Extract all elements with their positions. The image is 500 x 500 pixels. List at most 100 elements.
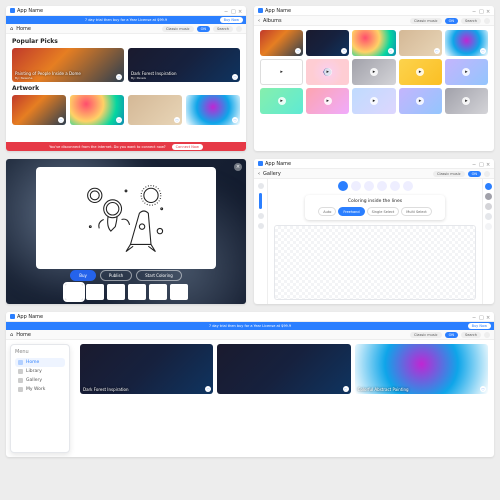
album-thumb[interactable]: ▸	[260, 59, 303, 85]
strip-thumb[interactable]	[170, 284, 188, 300]
home-icon[interactable]: ⌂	[10, 26, 13, 32]
close-modal-button[interactable]: ×	[234, 163, 242, 171]
album-thumb[interactable]: ▸	[306, 59, 349, 85]
album-thumb[interactable]: ♡	[352, 30, 395, 56]
favorite-icon[interactable]: ♡	[343, 386, 349, 392]
settings-icon[interactable]	[484, 18, 490, 24]
maximize-icon[interactable]: □	[479, 9, 483, 13]
drawing-canvas[interactable]	[274, 225, 476, 300]
featured-card[interactable]: Dark Forest Inspiration ♡	[80, 344, 213, 394]
music-toggle[interactable]: ON	[445, 332, 458, 338]
color-swatch[interactable]	[485, 183, 492, 190]
album-thumb-locked[interactable]: ▸	[445, 88, 488, 114]
popular-card-2[interactable]: Dark Forest InspirationBy: Pexels ♡	[128, 48, 240, 82]
breadcrumb-home[interactable]: Home	[16, 332, 31, 338]
favorite-icon[interactable]: ♡	[480, 48, 486, 54]
close-icon[interactable]: ×	[486, 315, 490, 319]
artwork-thumb[interactable]: ♡	[128, 95, 182, 125]
strip-thumb[interactable]	[149, 284, 167, 300]
music-mode-pill[interactable]: Classic music	[162, 26, 194, 32]
search-field[interactable]: Search	[213, 26, 233, 32]
tool-button[interactable]	[258, 213, 264, 219]
album-thumb[interactable]: ♡	[306, 30, 349, 56]
tool-button[interactable]	[258, 183, 264, 189]
close-icon[interactable]: ×	[238, 9, 242, 13]
close-icon[interactable]: ×	[486, 162, 490, 166]
color-swatch[interactable]	[485, 223, 492, 230]
music-mode-pill[interactable]: Classic music	[410, 18, 442, 24]
maximize-icon[interactable]: □	[231, 9, 235, 13]
favorite-icon[interactable]: ♡	[480, 386, 486, 392]
play-icon[interactable]: ▸	[416, 68, 424, 76]
search-field[interactable]: Search	[461, 18, 481, 24]
buy-now-button[interactable]: Buy Now	[468, 323, 491, 329]
play-icon[interactable]: ▸	[370, 68, 378, 76]
album-thumb-locked[interactable]: ▸	[306, 88, 349, 114]
favorite-icon[interactable]: ♡	[232, 117, 238, 123]
brush-size-slider[interactable]	[259, 193, 262, 209]
artwork-thumb[interactable]: ♡	[186, 95, 240, 125]
favorite-icon[interactable]: ♡	[388, 48, 394, 54]
picker-tool-icon[interactable]	[377, 181, 387, 191]
play-icon[interactable]: ▸	[324, 68, 332, 76]
color-swatch[interactable]	[485, 193, 492, 200]
album-thumb[interactable]: ♡	[445, 30, 488, 56]
home-icon[interactable]: ⌂	[10, 332, 13, 338]
favorite-icon[interactable]: ♡	[116, 117, 122, 123]
favorite-icon[interactable]: ♡	[116, 74, 122, 80]
album-thumb[interactable]: ♡	[260, 30, 303, 56]
menu-item-library[interactable]: Library	[15, 367, 65, 376]
play-icon[interactable]: ▸	[462, 97, 470, 105]
settings-icon[interactable]	[236, 26, 242, 32]
popular-card-1[interactable]: Painting of People Inside a DomeBy: News…	[12, 48, 124, 82]
back-icon[interactable]: ‹	[258, 171, 260, 177]
minimize-icon[interactable]: −	[472, 162, 476, 166]
album-thumb-locked[interactable]: ▸	[399, 59, 442, 85]
minimize-icon[interactable]: −	[224, 9, 228, 13]
strip-thumb[interactable]	[128, 284, 146, 300]
album-thumb-locked[interactable]: ▸	[352, 88, 395, 114]
publish-button[interactable]: Publish	[100, 270, 132, 281]
search-field[interactable]: Search	[461, 332, 481, 338]
favorite-icon[interactable]: ♡	[174, 117, 180, 123]
tool-button[interactable]	[258, 223, 264, 229]
mode-freehand[interactable]: Freehand	[338, 207, 364, 216]
play-icon[interactable]: ▸	[324, 97, 332, 105]
minimize-icon[interactable]: −	[472, 315, 476, 319]
settings-icon[interactable]	[484, 332, 490, 338]
connect-now-button[interactable]: Connect Now	[172, 144, 203, 150]
mode-multi-select[interactable]: Multi Select	[401, 207, 431, 216]
start-coloring-button[interactable]: Start Coloring	[136, 270, 182, 281]
redo-icon[interactable]	[403, 181, 413, 191]
favorite-icon[interactable]: ♡	[58, 117, 64, 123]
album-thumb[interactable]: ♡	[399, 30, 442, 56]
fill-tool-icon[interactable]	[338, 181, 348, 191]
artwork-thumb[interactable]: ♡	[12, 95, 66, 125]
minimize-icon[interactable]: −	[472, 9, 476, 13]
album-thumb-locked[interactable]: ▸	[445, 59, 488, 85]
music-mode-pill[interactable]: Classic music	[410, 332, 442, 338]
play-icon[interactable]: ▸	[278, 97, 286, 105]
play-icon[interactable]: ▸	[278, 68, 286, 76]
music-toggle[interactable]: ON	[445, 18, 458, 24]
menu-item-home[interactable]: Home	[15, 358, 65, 367]
mode-single-select[interactable]: Single Select	[367, 207, 400, 216]
buy-button[interactable]: Buy	[70, 270, 96, 281]
favorite-icon[interactable]: ♡	[295, 48, 301, 54]
close-icon[interactable]: ×	[486, 9, 490, 13]
favorite-icon[interactable]: ♡	[341, 48, 347, 54]
eraser-tool-icon[interactable]	[364, 181, 374, 191]
undo-icon[interactable]	[390, 181, 400, 191]
music-mode-pill[interactable]: Classic music	[433, 171, 465, 177]
brush-tool-icon[interactable]	[351, 181, 361, 191]
menu-item-gallery[interactable]: Gallery	[15, 376, 65, 385]
mode-auto[interactable]: Auto	[318, 207, 336, 216]
buy-now-button[interactable]: Buy Now	[220, 17, 243, 23]
strip-thumb[interactable]	[107, 284, 125, 300]
favorite-icon[interactable]: ♡	[434, 48, 440, 54]
music-toggle[interactable]: ON	[468, 171, 481, 177]
breadcrumb-home[interactable]: Home	[16, 26, 31, 32]
play-icon[interactable]: ▸	[370, 97, 378, 105]
favorite-icon[interactable]: ♡	[205, 386, 211, 392]
artwork-thumb[interactable]: ♡	[70, 95, 124, 125]
